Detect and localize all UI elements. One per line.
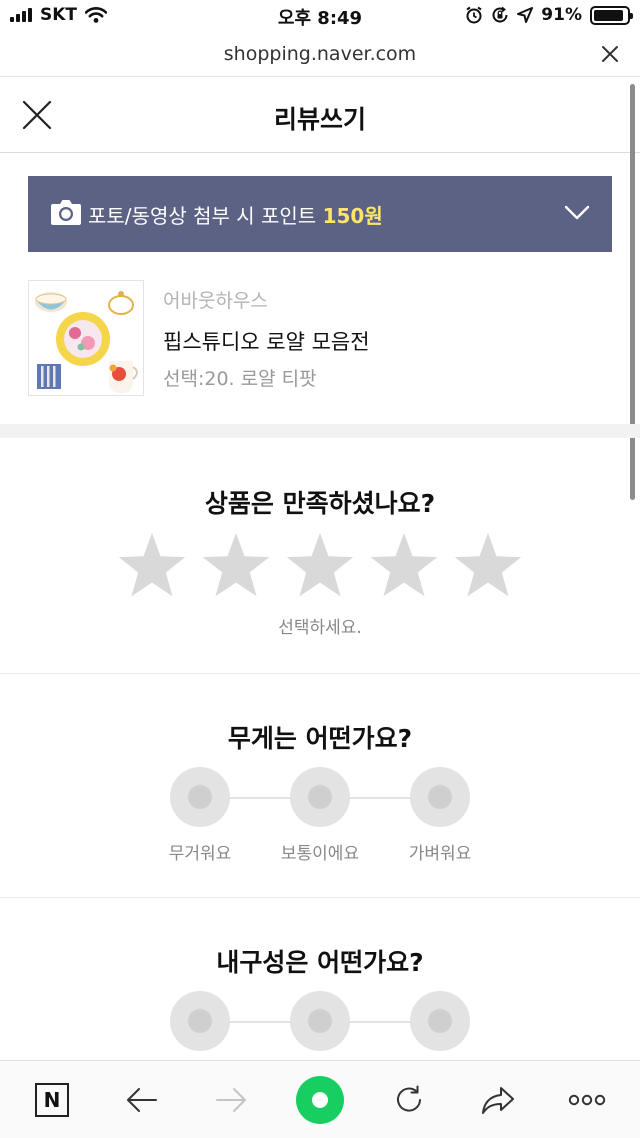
share-icon bbox=[482, 1087, 514, 1114]
arrow-right-icon bbox=[216, 1088, 246, 1112]
battery-percent: 91% bbox=[541, 5, 582, 25]
section-divider bbox=[0, 673, 640, 674]
product-summary: 어바웃하우스 핍스튜디오 로얄 모음전 선택:20. 로얄 티팟 bbox=[28, 280, 612, 396]
product-thumbnail bbox=[28, 280, 144, 396]
radio-circle[interactable] bbox=[170, 767, 230, 827]
rotation-lock-icon bbox=[492, 6, 508, 23]
durability-option-2[interactable] bbox=[250, 991, 390, 1051]
camera-icon bbox=[51, 200, 81, 225]
option-label: 보통이에요 bbox=[280, 844, 360, 864]
radio-circle[interactable] bbox=[410, 991, 470, 1051]
weight-option-heavy[interactable]: 무거워요 bbox=[130, 767, 270, 864]
browser-url-bar: shopping.naver.com bbox=[0, 32, 640, 77]
photo-point-banner[interactable]: 포토/동영상 첨부 시 포인트 150원 bbox=[28, 176, 612, 252]
star-icon[interactable] bbox=[116, 530, 188, 602]
product-option: 선택:20. 로얄 티팟 bbox=[163, 368, 317, 390]
product-name: 핍스튜디오 로얄 모음전 bbox=[163, 330, 370, 354]
option-label: 가벼워요 bbox=[408, 844, 472, 864]
share-button[interactable] bbox=[466, 1061, 530, 1138]
alarm-icon bbox=[466, 6, 482, 24]
section-divider bbox=[0, 424, 640, 438]
naver-logo-icon: N bbox=[35, 1083, 69, 1117]
battery-icon bbox=[590, 5, 633, 25]
weight-question: 무게는 어떤가요? bbox=[227, 724, 413, 753]
durability-question: 내구성은 어떤가요? bbox=[216, 948, 424, 977]
arrow-left-icon bbox=[127, 1088, 157, 1112]
url-text[interactable]: shopping.naver.com bbox=[0, 43, 640, 65]
naver-home-button[interactable]: N bbox=[20, 1061, 84, 1138]
banner-text: 포토/동영상 첨부 시 포인트 150원 bbox=[88, 200, 383, 229]
forward-button[interactable] bbox=[199, 1061, 263, 1138]
back-button[interactable] bbox=[110, 1061, 174, 1138]
status-bar: SKT 오후 8:49 91% bbox=[0, 0, 640, 32]
star-icon[interactable] bbox=[452, 530, 524, 602]
durability-option-1[interactable] bbox=[130, 991, 270, 1051]
banner-message: 포토/동영상 첨부 시 포인트 bbox=[88, 204, 323, 228]
banner-point-amount: 150원 bbox=[322, 204, 383, 228]
location-icon bbox=[517, 7, 534, 23]
refresh-button[interactable] bbox=[377, 1061, 441, 1138]
weight-scale: 무거워요 보통이에요 가벼워요 bbox=[0, 767, 640, 864]
page-header: 리뷰쓰기 bbox=[0, 78, 640, 153]
radio-circle[interactable] bbox=[290, 767, 350, 827]
star-rating[interactable] bbox=[116, 530, 524, 608]
more-button[interactable] bbox=[555, 1061, 619, 1138]
browser-toolbar: N bbox=[0, 1060, 640, 1138]
section-divider bbox=[0, 897, 640, 898]
product-brand: 어바웃하우스 bbox=[163, 290, 268, 312]
radio-circle[interactable] bbox=[170, 991, 230, 1051]
weight-option-normal[interactable]: 보통이에요 bbox=[250, 767, 390, 864]
close-icon[interactable] bbox=[598, 42, 622, 66]
rating-question: 상품은 만족하셨나요? bbox=[204, 489, 436, 518]
green-dot-icon bbox=[296, 1076, 344, 1124]
green-dot-button[interactable] bbox=[288, 1061, 352, 1138]
radio-circle[interactable] bbox=[290, 991, 350, 1051]
refresh-icon bbox=[397, 1085, 421, 1112]
star-icon[interactable] bbox=[200, 530, 272, 602]
page-title: 리뷰쓰기 bbox=[273, 105, 366, 134]
more-icon bbox=[568, 1094, 606, 1106]
rating-hint: 선택하세요. bbox=[278, 618, 362, 638]
durability-scale bbox=[0, 991, 640, 1071]
star-icon[interactable] bbox=[284, 530, 356, 602]
weight-option-light[interactable]: 가벼워요 bbox=[370, 767, 510, 864]
radio-circle[interactable] bbox=[410, 767, 470, 827]
star-icon[interactable] bbox=[368, 530, 440, 602]
chevron-down-icon[interactable] bbox=[564, 204, 590, 222]
option-label: 무거워요 bbox=[168, 844, 232, 864]
durability-option-3[interactable] bbox=[370, 991, 510, 1051]
